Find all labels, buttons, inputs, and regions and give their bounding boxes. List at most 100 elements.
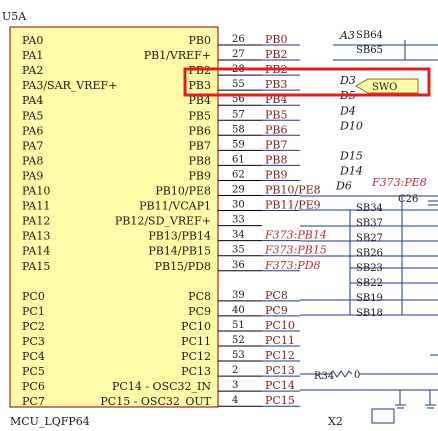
net-label: PB10/PE8 [265, 184, 321, 197]
net-label: PB7 [265, 138, 287, 151]
arduino-label: A3 [339, 29, 355, 42]
pin-name-right: PB14/PB15 [148, 245, 211, 258]
solder-bridge-label: SB18 [356, 308, 383, 319]
net-labels: PB0PB2PB2PB3PB4PB5PB6PB7PB8PB9PB10/PE8PB… [262, 33, 327, 407]
solder-bridge-label: SB19 [356, 293, 383, 304]
pin-name-left: PC6 [22, 380, 45, 393]
pin-name-left: PA1 [22, 49, 43, 62]
net-label: PC9 [265, 304, 288, 317]
pin-name-left: PA0 [22, 34, 43, 47]
pin-name-left: PA10 [22, 185, 50, 198]
pin-number: 30 [232, 200, 245, 211]
pin-name-right: PC14 - OSC32_IN [112, 380, 211, 393]
pin-numbers: 2627285556575859616229303334353639405152… [232, 34, 245, 406]
pin-name-right: PB1/VREF+ [144, 49, 211, 62]
net-label: F373:PB14 [264, 229, 327, 242]
pin-name-left: PC4 [22, 350, 45, 363]
pin-name-left: PC7 [22, 395, 45, 408]
capacitor-designator: C26 [398, 194, 418, 205]
pin-name-left: PA12 [22, 215, 50, 228]
pin-number: 27 [232, 49, 245, 60]
arduino-label: D4 [339, 104, 356, 117]
pin-name-left: PA5 [22, 109, 43, 122]
net-label-f373-pe8: F373:PE8 [371, 176, 427, 189]
pin-name-right: PB13/PB14 [148, 230, 211, 243]
pin-number: 57 [232, 109, 245, 120]
solder-bridge-label: SB37 [356, 218, 383, 229]
net-label: PB3 [265, 78, 287, 91]
pin-name-left: PA7 [22, 139, 43, 152]
pin-name-right: PB0 [189, 34, 211, 47]
solder-bridge-label: SB65 [356, 45, 383, 56]
swo-port-label: SWO [372, 82, 397, 93]
net-label: PC15 [265, 394, 295, 407]
net-label: PC8 [265, 289, 288, 302]
resistor-value: 0 [354, 370, 360, 381]
arduino-label: D3 [339, 74, 356, 87]
arduino-label: D15 [339, 149, 363, 162]
pin-number: 34 [232, 230, 245, 241]
component-part-name: MCU_LQFP64 [10, 415, 90, 428]
pin-name-right: PB5 [189, 109, 211, 122]
pin-name-right: PB6 [189, 124, 211, 137]
pin-number: 36 [232, 260, 245, 271]
net-label: PC11 [265, 334, 295, 347]
pin-number: 52 [232, 335, 245, 346]
crystal-symbol [371, 408, 395, 424]
pin-name-right: PC10 [181, 320, 211, 333]
pin-name-left: PA15 [22, 260, 50, 273]
pin-name-right: PB8 [189, 154, 211, 167]
pin-name-right: PB7 [189, 139, 211, 152]
pin-name-right: PC15 - OSC32_OUT [100, 395, 211, 408]
pin-number: 53 [232, 350, 245, 361]
pin-name-left: PA3/SAR_VREF+ [22, 79, 117, 92]
capacitor-symbol [428, 200, 438, 206]
pin-name-left: PC0 [22, 290, 45, 303]
net-label: PC12 [265, 349, 295, 362]
net-label: PB5 [265, 108, 287, 121]
net-label: PB2 [265, 48, 287, 61]
pin-name-right: PB10/PE8 [155, 185, 211, 198]
pin-number: 59 [232, 139, 245, 150]
net-label: PC10 [265, 319, 295, 332]
pin-name-left: PA2 [22, 64, 43, 77]
solder-bridge-label: SB23 [356, 263, 383, 274]
pin-name-left: PC3 [22, 335, 45, 348]
pin-number: 35 [232, 245, 245, 256]
pin-name-left: PC2 [22, 320, 45, 333]
arduino-label: D10 [339, 119, 363, 132]
crystal-designator: X2 [328, 415, 343, 428]
arduino-label: D6 [335, 180, 352, 193]
pin-number: 29 [232, 185, 245, 196]
pin-name-left: PA4 [22, 94, 43, 107]
net-label: F373:PD8 [264, 259, 321, 272]
solder-bridge-label: SB64 [356, 30, 383, 41]
pin-name-left: PA14 [22, 245, 50, 258]
solder-bridge-label: SB26 [356, 248, 383, 259]
pin-name-left: PA11 [22, 200, 50, 213]
pin-number: 39 [232, 290, 245, 301]
pin-name-right: PC9 [188, 305, 211, 318]
net-label: PB0 [265, 33, 287, 46]
pin-number: 26 [232, 34, 245, 45]
net-label: PB8 [265, 153, 287, 166]
pin-name-right: PB12/SD_VREF+ [115, 215, 211, 228]
pin-name-left: PA6 [22, 124, 43, 137]
swo-port[interactable]: SWO [355, 78, 419, 94]
pin-name-right: PC12 [181, 350, 211, 363]
pin-name-right: PB2 [189, 64, 211, 77]
net-label: PC14 [265, 379, 295, 392]
solder-bridge-label: SB22 [356, 278, 383, 289]
pin-number: 3 [232, 380, 238, 391]
pin-number: 33 [232, 215, 245, 226]
pin-name-right: PC11 [181, 335, 211, 348]
pin-name-right: PB11/VCAP1 [139, 200, 211, 213]
net-label: F373:PB15 [264, 244, 327, 257]
pin-name-left: PA8 [22, 154, 43, 167]
pin-number: 51 [232, 320, 245, 331]
pin-number: 40 [232, 305, 245, 316]
net-label: PC13 [265, 364, 295, 377]
pin-number: 2 [232, 365, 238, 376]
schematic-canvas: U5A MCU_LQFP64 PA0 PA1 PA2 PA3/SAR_VREF+ PA4… [2, 10, 438, 428]
solder-bridge-label: SB27 [356, 233, 383, 244]
